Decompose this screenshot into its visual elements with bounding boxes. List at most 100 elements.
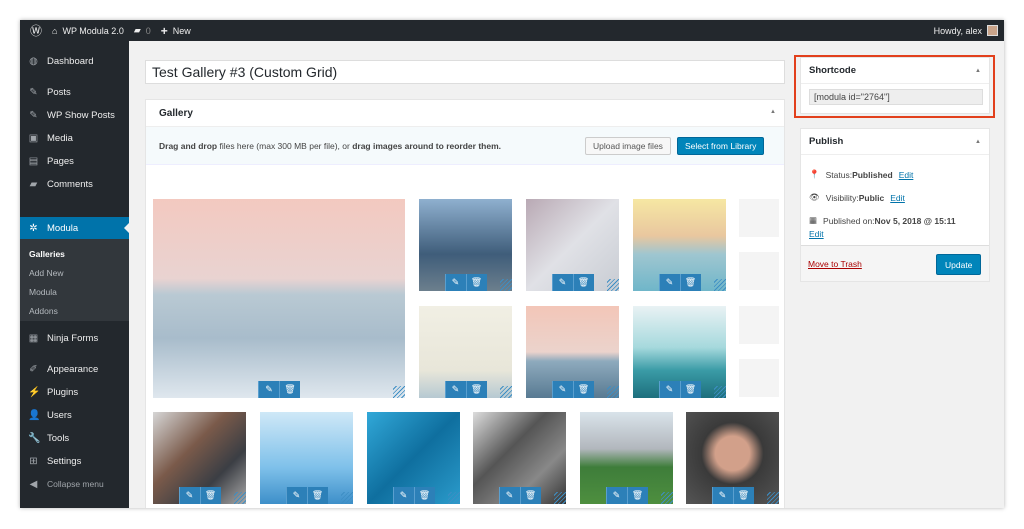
edit-icon[interactable]: ✎ [444, 274, 466, 291]
submenu-add-new[interactable]: Add New [29, 268, 64, 278]
submenu-addons[interactable]: Addons [29, 306, 58, 316]
gallery-image-tile[interactable]: ✎ 🗑 [526, 199, 619, 291]
gallery-image-placeholder [739, 359, 779, 397]
plus-icon: + [160, 23, 168, 38]
trash-icon[interactable]: 🗑 [572, 274, 594, 291]
sidebar-item-settings[interactable]: ⊞ Settings [20, 450, 129, 472]
tile-actions: ✎ 🗑 [551, 381, 594, 398]
sidebar-item-plugins[interactable]: ⚡ Plugins [20, 381, 129, 403]
gallery-image-tile[interactable]: ✎ 🗑 [526, 306, 619, 398]
media-icon: ▣ [28, 132, 39, 144]
form-icon: ▦ [28, 332, 39, 344]
trash-icon[interactable]: 🗑 [732, 487, 754, 504]
edit-icon[interactable]: ✎ [444, 381, 466, 398]
home-icon: ⌂ [52, 25, 58, 36]
comment-icon: ▰ [29, 178, 38, 190]
gallery-image-tile[interactable]: ✎ 🗑 [419, 306, 512, 398]
edit-visibility-link[interactable]: Edit [890, 193, 905, 203]
admin-bar: Ⓦ ⌂ WP Modula 2.0 ▰ 0 + New Howdy, alex [20, 20, 1004, 41]
gallery-image-tile[interactable]: ✎ 🗑 [686, 412, 779, 504]
sidebar-item-pages[interactable]: ▤ Pages [20, 150, 129, 172]
sidebar-item-comments[interactable]: ▰ Comments [20, 173, 129, 195]
wordpress-logo-icon[interactable]: Ⓦ [30, 22, 42, 39]
trash-icon[interactable]: 🗑 [199, 487, 221, 504]
collapse-toggle-icon[interactable]: ▲ [770, 109, 776, 115]
gallery-image-placeholder [739, 306, 779, 344]
trash-icon[interactable]: 🗑 [572, 381, 594, 398]
upload-image-files-button[interactable]: Upload image files [585, 137, 671, 155]
edit-icon[interactable]: ✎ [551, 381, 573, 398]
gallery-image-tile[interactable]: ✎ 🗑 [260, 412, 353, 504]
gear-icon: ✲ [29, 222, 38, 234]
select-from-library-button[interactable]: Select from Library [677, 137, 765, 155]
gallery-image-tile[interactable]: ✎ 🗑 [153, 412, 246, 504]
gallery-image-tile[interactable]: ✎ 🗑 [473, 412, 566, 504]
tile-actions: ✎ 🗑 [258, 381, 300, 398]
collapse-toggle-icon[interactable]: ▲ [975, 139, 981, 145]
sidebar-item-wp-show-posts[interactable]: ✎ WP Show Posts [20, 104, 129, 126]
plugin-icon: ⚡ [28, 386, 41, 398]
sidebar-item-modula[interactable]: ✲ Modula [20, 217, 129, 239]
gallery-heading: Gallery [159, 107, 193, 119]
edit-icon[interactable]: ✎ [658, 274, 680, 291]
edit-status-link[interactable]: Edit [899, 170, 914, 180]
comments-link[interactable]: ▰ 0 [134, 25, 151, 36]
eye-icon: 👁 [809, 192, 820, 202]
new-link[interactable]: + New [161, 24, 191, 38]
publish-metabox: Publish ▲ 📍 Status: Published Edit 👁 Visibi… [800, 128, 990, 282]
edit-icon[interactable]: ✎ [711, 487, 733, 504]
tile-actions: ✎ 🗑 [551, 274, 594, 291]
edit-date-link[interactable]: Edit [809, 229, 824, 239]
calendar-icon: ▦ [809, 215, 818, 225]
tile-actions: ✎ 🗑 [392, 487, 435, 504]
collapse-icon: ◀ [29, 478, 38, 490]
site-name-link[interactable]: ⌂ WP Modula 2.0 [52, 26, 124, 36]
gallery-image-tile[interactable]: ✎ 🗑 [367, 412, 460, 504]
sidebar-item-dashboard[interactable]: ◍ Dashboard [20, 50, 129, 72]
sidebar-item-appearance[interactable]: ✐ Appearance [20, 358, 129, 380]
drop-zone[interactable]: Drag and drop files here (max 300 MB per… [146, 127, 784, 165]
user-menu[interactable]: Howdy, alex [934, 20, 998, 41]
admin-sidebar: ◍ Dashboard ✎ Posts ✎ WP Show Posts ▣ Media … [20, 41, 129, 508]
dashboard-icon: ◍ [29, 55, 38, 67]
gallery-image-tile[interactable]: ✎ 🗑 [580, 412, 673, 504]
collapse-menu-button[interactable]: ◀ Collapse menu [20, 473, 129, 495]
edit-icon[interactable]: ✎ [392, 487, 414, 504]
update-button[interactable]: Update [936, 254, 982, 275]
move-to-trash-link[interactable]: Move to Trash [808, 259, 862, 269]
trash-icon[interactable]: 🗑 [679, 274, 701, 291]
gallery-image-tile[interactable]: ✎ 🗑 [419, 199, 512, 291]
trash-icon[interactable]: 🗑 [679, 381, 701, 398]
edit-icon[interactable]: ✎ [285, 487, 307, 504]
comment-icon: ▰ [133, 25, 141, 35]
edit-icon[interactable]: ✎ [178, 487, 200, 504]
edit-icon[interactable]: ✎ [658, 381, 680, 398]
sidebar-item-media[interactable]: ▣ Media [20, 127, 129, 149]
edit-icon[interactable]: ✎ [605, 487, 627, 504]
trash-icon[interactable]: 🗑 [626, 487, 648, 504]
tile-actions: ✎ 🗑 [658, 381, 701, 398]
gallery-title-input[interactable]: Test Gallery #3 (Custom Grid) [145, 60, 785, 84]
submenu-modula[interactable]: Modula [29, 287, 57, 297]
trash-icon[interactable]: 🗑 [279, 381, 300, 398]
gallery-image-tile[interactable]: ✎ 🗑 [633, 306, 726, 398]
trash-icon[interactable]: 🗑 [413, 487, 435, 504]
shortcode-highlight [794, 55, 995, 118]
trash-icon[interactable]: 🗑 [465, 381, 487, 398]
trash-icon[interactable]: 🗑 [519, 487, 541, 504]
pin-icon: ✎ [29, 109, 38, 121]
trash-icon[interactable]: 🗑 [465, 274, 487, 291]
settings-icon: ⊞ [29, 455, 38, 467]
edit-icon[interactable]: ✎ [258, 381, 279, 398]
submenu-galleries[interactable]: Galleries [29, 249, 65, 259]
edit-icon[interactable]: ✎ [498, 487, 520, 504]
sidebar-item-tools[interactable]: 🔧 Tools [20, 427, 129, 449]
sidebar-item-ninja-forms[interactable]: ▦ Ninja Forms [20, 327, 129, 349]
edit-icon[interactable]: ✎ [551, 274, 573, 291]
gallery-image-tile[interactable]: ✎ 🗑 [153, 199, 405, 398]
users-icon: 👤 [28, 409, 41, 421]
sidebar-item-posts[interactable]: ✎ Posts [20, 81, 129, 103]
gallery-image-tile[interactable]: ✎ 🗑 [633, 199, 726, 291]
trash-icon[interactable]: 🗑 [306, 487, 328, 504]
sidebar-item-users[interactable]: 👤 Users [20, 404, 129, 426]
